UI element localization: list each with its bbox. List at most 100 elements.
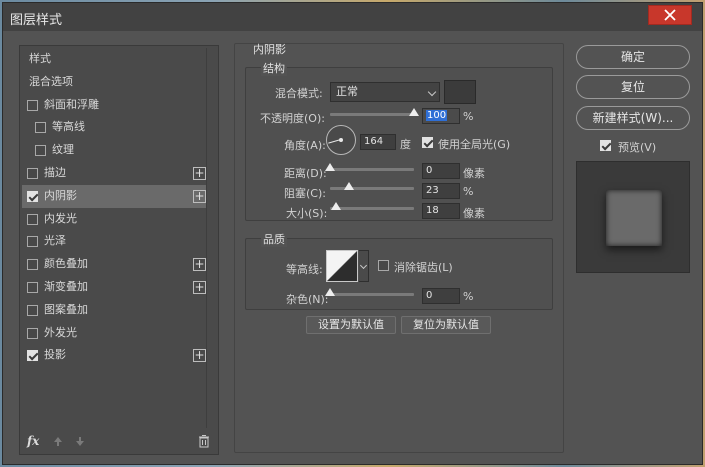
style-list-item[interactable]: 斜面和浮雕 [22,94,206,117]
style-list: 样式混合选项斜面和浮雕等高线纹理描边 + 内阴影 + 内发光光泽颜色叠加 + 渐变叠加 + 图案… [22,48,206,367]
style-list-item-label: 混合选项 [29,74,73,88]
angle-input[interactable]: 164 [360,134,396,150]
style-checkbox[interactable] [35,145,46,157]
style-preview-swatch [606,190,662,246]
style-list-item[interactable]: 纹理 [22,139,206,162]
distance-input[interactable]: 0 [422,163,460,179]
opacity-input[interactable]: 100 [422,108,460,124]
style-checkbox[interactable] [27,213,38,225]
title-bar: 图层样式 [3,3,702,31]
style-checkbox[interactable] [35,122,46,134]
global-light-label: 使用全局光(G) [438,138,511,151]
style-checkbox[interactable] [27,327,38,339]
inner-shadow-title: 内阴影 [253,43,286,56]
size-slider[interactable] [330,207,414,210]
style-list-item-label: 图案叠加 [44,302,88,316]
layer-style-dialog: 图层样式 样式混合选项斜面和浮雕等高线纹理描边 + 内阴影 + 内发光光泽颜色叠加 + 渐变… [2,2,703,465]
style-checkbox[interactable] [27,236,38,248]
choke-unit: % [463,185,474,198]
size-value: 18 [426,205,439,216]
distance-slider-thumb[interactable] [325,163,335,171]
opacity-slider-thumb[interactable] [409,108,419,116]
choke-label: 阻塞(C): [284,187,326,200]
style-list-item-label: 描边 [44,165,66,179]
dialog-title: 图层样式 [10,13,63,28]
style-checkbox[interactable] [27,99,38,111]
distance-slider[interactable] [330,168,414,171]
style-list-item-label: 样式 [29,52,51,65]
size-slider-thumb[interactable] [331,202,342,210]
style-list-item[interactable]: 样式 [22,48,206,71]
style-list-scrollbar[interactable] [206,48,216,428]
style-list-panel: 样式混合选项斜面和浮雕等高线纹理描边 + 内阴影 + 内发光光泽颜色叠加 + 渐变叠加 + 图案… [19,45,219,455]
noise-slider-thumb[interactable] [325,288,335,296]
style-list-item[interactable]: 混合选项 [22,71,206,94]
contour-dropdown[interactable] [359,250,369,282]
chevron-down-icon [427,87,437,97]
angle-dial[interactable] [326,125,356,155]
style-list-item-label: 内阴影 [44,188,77,202]
noise-input[interactable]: 0 [422,288,460,304]
style-list-item[interactable]: 渐变叠加 + [22,276,206,299]
reset-button[interactable]: 复位 [576,75,690,99]
add-effect-icon[interactable]: + [193,349,206,363]
style-checkbox[interactable] [27,304,38,316]
style-list-item[interactable]: 外发光 [22,322,206,345]
style-list-item[interactable]: 图案叠加 [22,299,206,322]
style-list-item-label: 外发光 [44,325,77,339]
distance-value: 0 [426,165,433,176]
style-checkbox[interactable] [27,281,38,293]
choke-slider[interactable] [330,187,414,190]
blend-mode-select[interactable]: 正常 [330,82,440,102]
size-unit: 像素 [463,207,485,220]
style-list-item[interactable]: 等高线 [22,116,206,139]
style-list-item-label: 光泽 [44,234,66,248]
close-button[interactable] [648,5,692,25]
ok-button[interactable]: 确定 [576,45,690,69]
preview-label: 预览(V) [618,141,657,154]
fx-icon[interactable]: fx [27,434,39,448]
add-effect-icon[interactable]: + [193,258,206,272]
style-list-item-label: 斜面和浮雕 [44,97,99,111]
opacity-value: 100 [426,110,448,121]
trash-icon[interactable] [198,434,210,448]
opacity-label: 不透明度(O): [260,112,325,125]
style-list-item[interactable]: 内阴影 + [22,184,206,208]
anti-alias-checkbox[interactable] [378,260,389,271]
opacity-slider[interactable] [330,113,414,116]
move-up-icon[interactable] [52,435,64,447]
move-down-icon[interactable] [74,435,86,447]
style-checkbox[interactable] [27,259,38,271]
choke-input[interactable]: 23 [422,183,460,199]
style-list-item[interactable]: 内发光 [22,208,206,231]
choke-slider-thumb[interactable] [344,182,355,190]
style-checkbox[interactable] [27,167,38,179]
shadow-color-swatch[interactable] [444,80,476,104]
style-checkbox[interactable] [27,190,38,202]
style-list-item[interactable]: 投影 + [22,344,206,367]
new-style-button[interactable]: 新建样式(W)... [576,106,690,130]
size-input[interactable]: 18 [422,203,460,219]
noise-value: 0 [426,290,433,301]
reset-default-button[interactable]: 复位为默认值 [401,316,491,334]
add-effect-icon[interactable]: + [193,189,206,203]
contour-preview[interactable] [326,250,358,282]
opacity-unit: % [463,110,474,123]
choke-value: 23 [426,185,439,196]
style-checkbox[interactable] [27,350,38,362]
preview-checkbox[interactable] [600,140,611,151]
style-list-item-label: 纹理 [52,143,74,157]
add-effect-icon[interactable]: + [193,280,206,294]
style-list-item[interactable]: 描边 + [22,162,206,185]
style-list-item[interactable]: 颜色叠加 + [22,253,206,276]
angle-value: 164 [364,136,384,147]
noise-slider[interactable] [330,293,414,296]
style-list-item-label: 内发光 [44,211,77,225]
set-default-button[interactable]: 设置为默认值 [306,316,396,334]
add-effect-icon[interactable]: + [193,166,206,180]
structure-title: 结构 [261,60,287,76]
style-list-item-label: 投影 [44,348,66,362]
close-icon [664,9,676,21]
style-list-item[interactable]: 光泽 [22,230,206,253]
global-light-checkbox[interactable] [422,137,433,148]
